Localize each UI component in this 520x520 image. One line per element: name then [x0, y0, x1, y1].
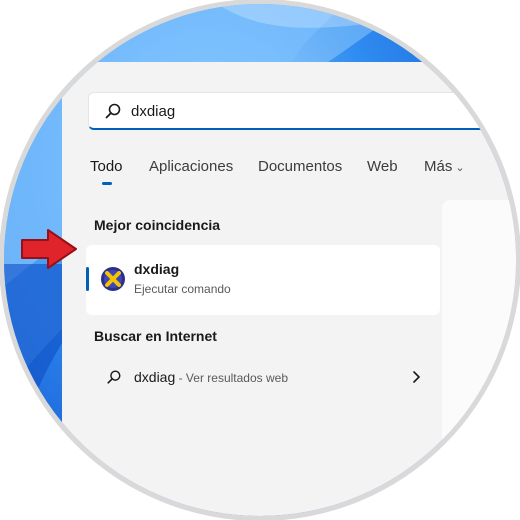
- tab-label: Más: [424, 158, 453, 175]
- best-match-result[interactable]: dxdiag Ejecutar comando: [86, 245, 440, 315]
- red-pointer-arrow-icon: [21, 229, 77, 269]
- chevron-down-icon: ⌄: [455, 162, 465, 174]
- active-tab-indicator: [102, 182, 112, 185]
- tab-documentos[interactable]: Documentos: [258, 158, 342, 175]
- web-suffix: - Ver resultados web: [175, 371, 288, 385]
- search-icon: [107, 370, 121, 384]
- tab-aplicaciones[interactable]: Aplicaciones: [149, 158, 233, 175]
- web-query: dxdiag: [134, 369, 176, 385]
- selection-indicator: [86, 267, 89, 291]
- tab-todo[interactable]: Todo: [90, 158, 123, 185]
- tab-label: Documentos: [258, 158, 343, 175]
- tab-web[interactable]: Web: [367, 158, 398, 175]
- zoom-circle: Todo Aplicaciones Documentos Web Más⌄ Me…: [4, 4, 516, 516]
- result-type: Ejecutar comando: [134, 282, 231, 296]
- result-name: dxdiag: [134, 261, 180, 277]
- search-input[interactable]: [131, 99, 431, 123]
- search-box[interactable]: [88, 92, 508, 130]
- tab-label: Web: [367, 158, 398, 175]
- tab-label: Todo: [90, 158, 123, 175]
- internet-search-heading: Buscar en Internet: [94, 328, 217, 344]
- tab-mas[interactable]: Más ⌄: [424, 158, 465, 175]
- chevron-right-icon[interactable]: [412, 370, 422, 384]
- web-search-result[interactable]: dxdiag - Ver resultados web: [86, 358, 440, 398]
- web-result-text: dxdiag - Ver resultados web: [134, 369, 288, 385]
- start-search-panel: Todo Aplicaciones Documentos Web Más⌄ Me…: [62, 62, 516, 516]
- preview-pane: [442, 200, 516, 516]
- tab-label: Aplicaciones: [149, 158, 234, 175]
- search-icon: [105, 103, 121, 119]
- best-match-heading: Mejor coincidencia: [94, 217, 221, 233]
- directx-diagnostic-icon: [101, 267, 125, 291]
